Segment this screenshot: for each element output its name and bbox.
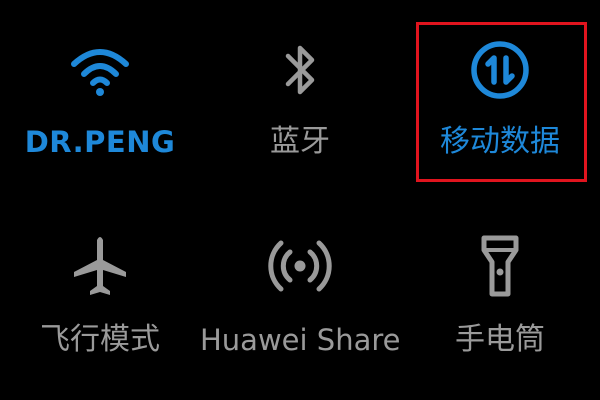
airplane-icon <box>64 230 136 302</box>
bluetooth-icon <box>264 34 336 106</box>
tile-airplane-mode-label: 飞行模式 <box>40 322 160 357</box>
tile-airplane-mode[interactable]: 飞行模式 <box>0 200 200 400</box>
tile-huawei-share[interactable]: Huawei Share <box>200 200 400 400</box>
wifi-icon <box>64 34 136 106</box>
huawei-share-icon <box>264 230 336 302</box>
tile-flashlight-label: 手电筒 <box>455 322 545 357</box>
highlight-box <box>416 22 587 182</box>
tile-flashlight[interactable]: 手电筒 <box>400 200 600 400</box>
tile-bluetooth[interactable]: 蓝牙 <box>200 0 400 200</box>
tile-wifi-label: DR.PENG <box>24 125 176 159</box>
tile-wifi[interactable]: DR.PENG <box>0 0 200 200</box>
flashlight-icon <box>464 230 536 302</box>
tile-huawei-share-label: Huawei Share <box>200 323 401 357</box>
tile-bluetooth-label: 蓝牙 <box>270 124 330 159</box>
